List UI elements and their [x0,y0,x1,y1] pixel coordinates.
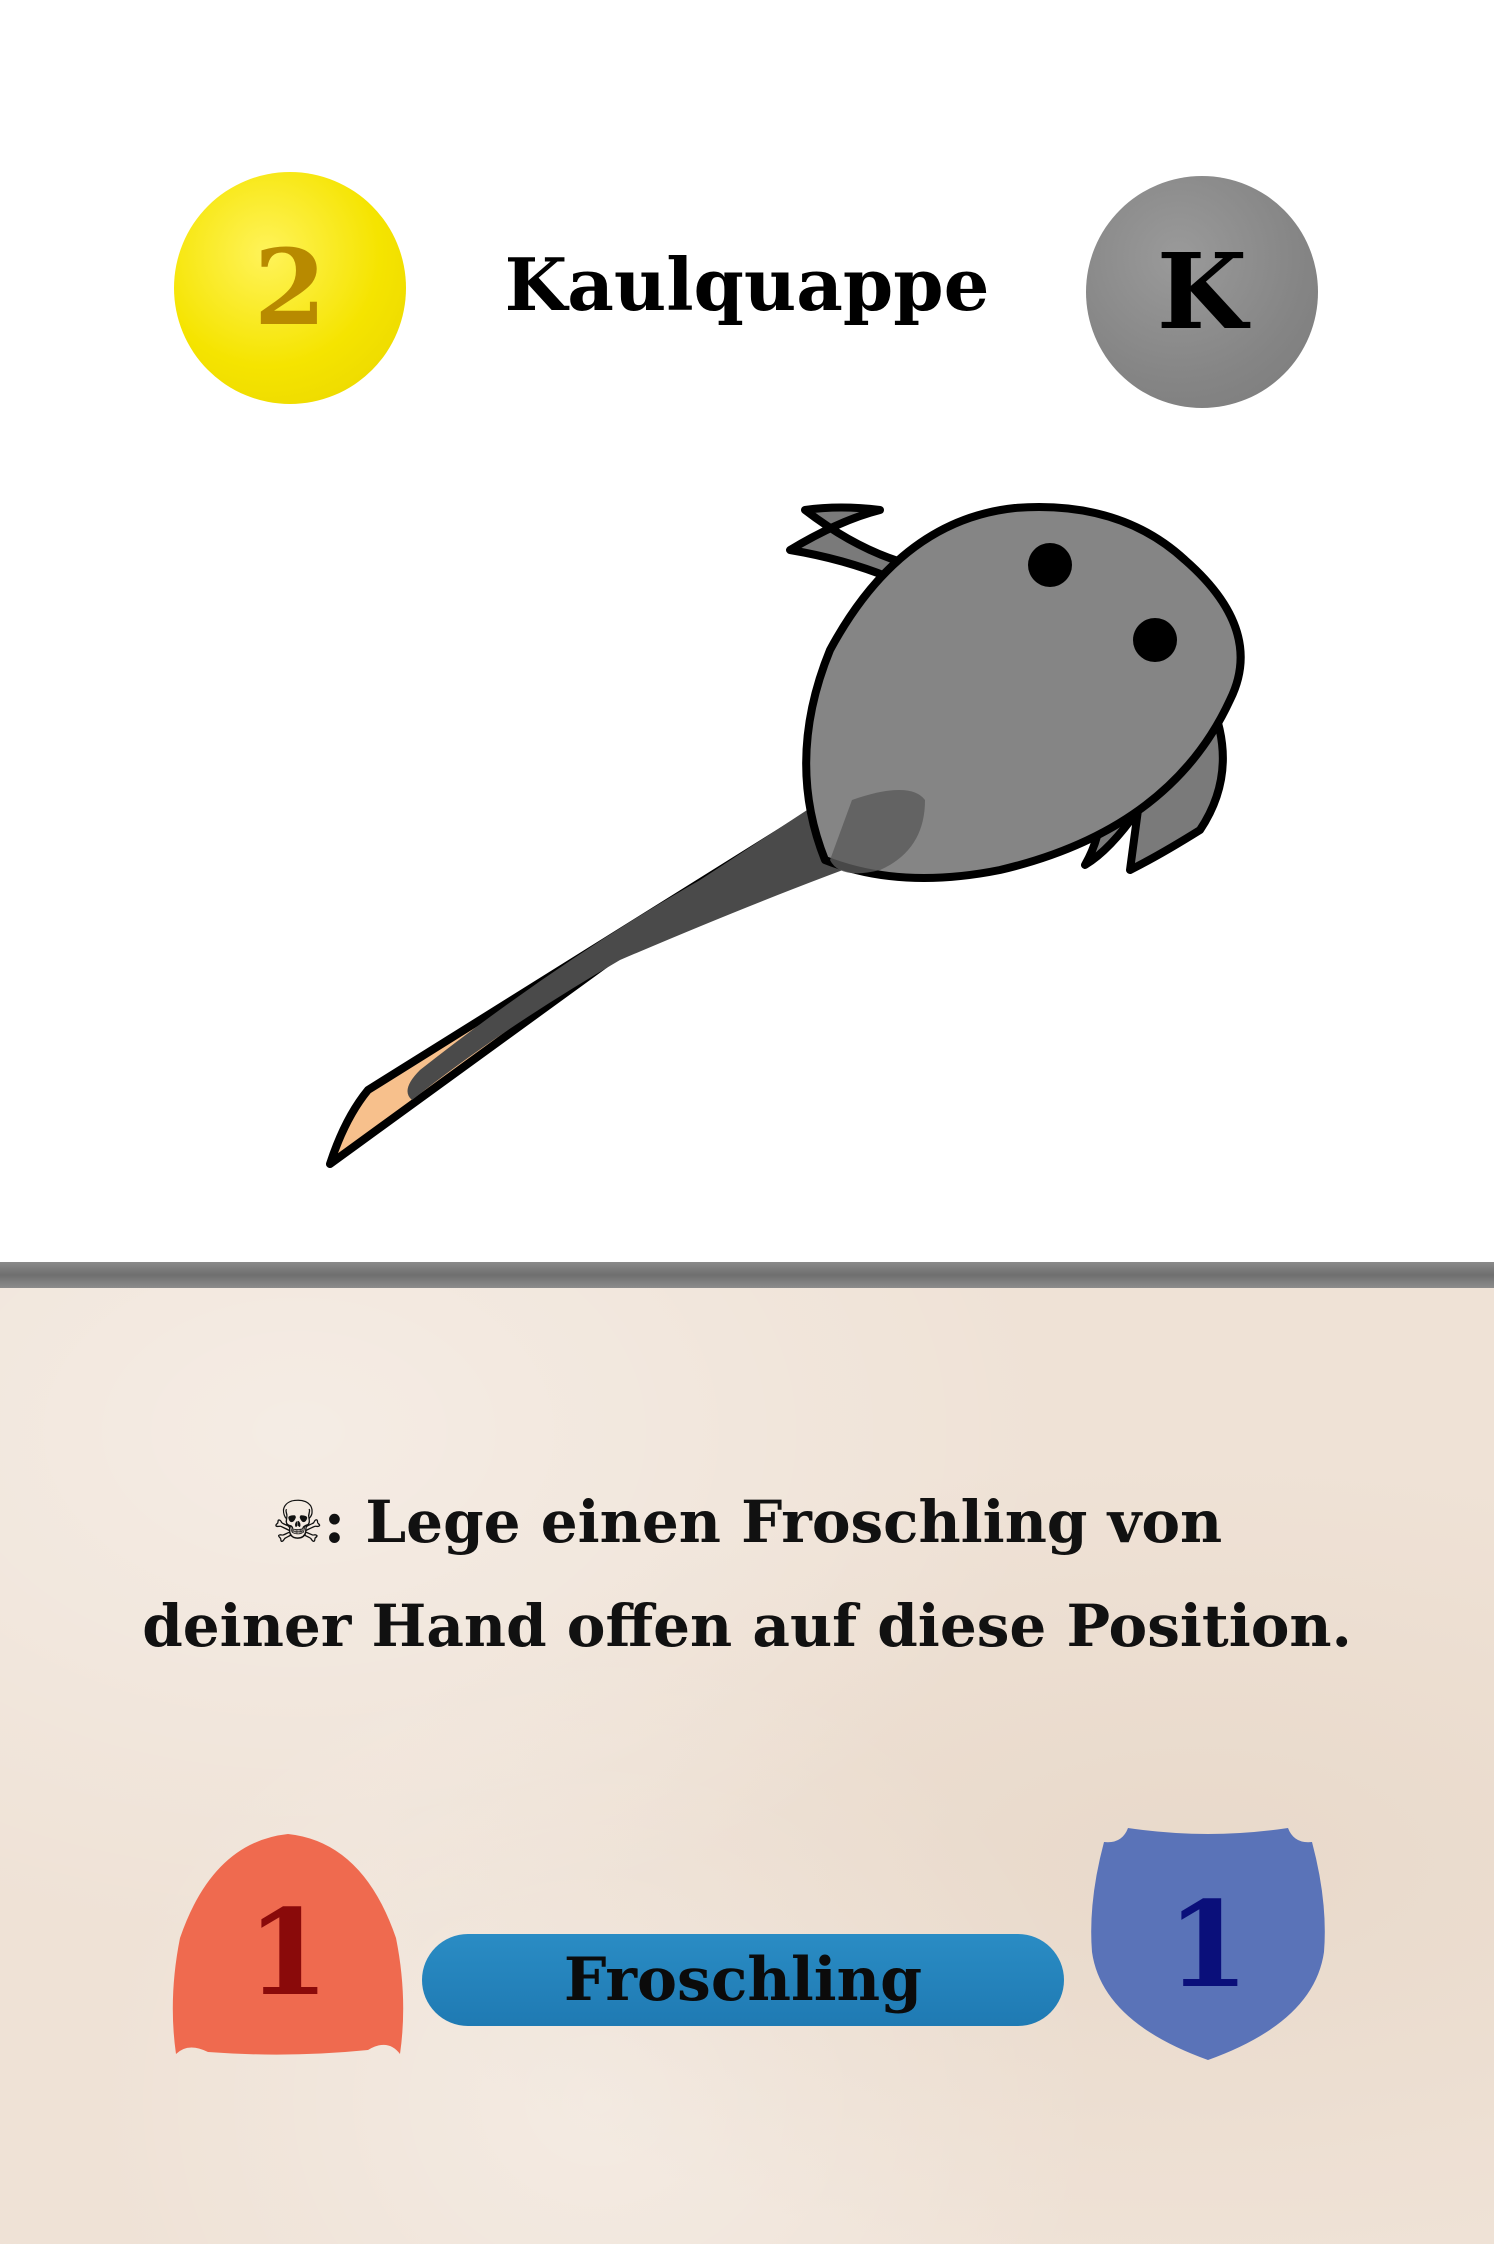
card-title: Kaulquappe [504,242,990,327]
ability-text: ☠: Lege einen Froschling von deiner Hand… [120,1470,1374,1678]
tribe-banner: Froschling [422,1934,1064,2026]
card-top-panel: 2 Kaulquappe K [0,0,1494,1262]
cost-coin: 2 [174,172,406,404]
tribe-label: Froschling [563,1945,923,2015]
card-divider [0,1262,1494,1288]
ability-line-1: ☠: Lege einen Froschling von [120,1470,1374,1574]
tadpole-illustration [326,503,1245,1168]
card-text-panel [0,1288,1494,2244]
cost-value: 2 [253,226,327,349]
attack-badge: 1 [168,1828,408,2062]
type-coin: K [1086,176,1318,408]
ability-line-1-text: : Lege einen Froschling von [323,1488,1223,1556]
defense-badge: 1 [1088,1822,1328,2066]
game-card[interactable]: 2 Kaulquappe K ☠: Lege einen Froschling … [0,0,1494,2244]
attack-value: 1 [246,1882,330,2022]
ability-line-2: deiner Hand offen auf diese Position. [142,1592,1352,1660]
defense-value: 1 [1166,1874,1250,2014]
skull-crossbones-icon: ☠ [271,1488,324,1556]
tadpole-eye-left [1028,543,1072,587]
tadpole-eye-right [1133,618,1177,662]
type-letter: K [1156,230,1248,353]
